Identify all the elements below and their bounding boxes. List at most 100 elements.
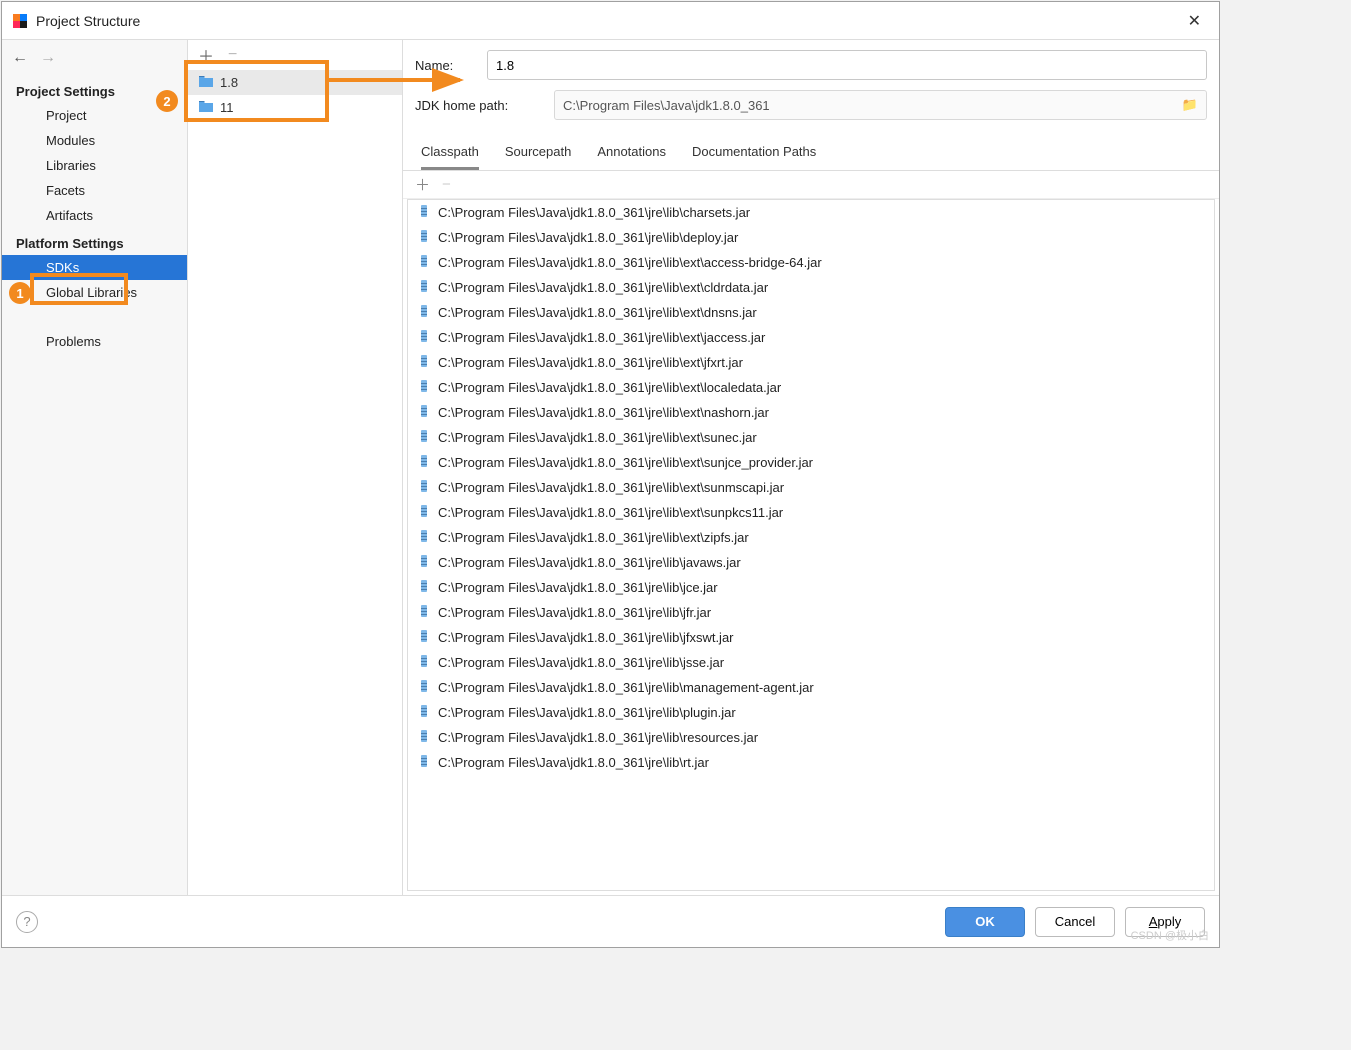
classpath-text: C:\Program Files\Java\jdk1.8.0_361\jre\l…	[438, 480, 784, 495]
classpath-entry[interactable]: C:\Program Files\Java\jdk1.8.0_361\jre\l…	[408, 250, 1214, 275]
help-icon[interactable]: ?	[16, 911, 38, 933]
jar-icon	[418, 229, 430, 246]
classpath-entry[interactable]: C:\Program Files\Java\jdk1.8.0_361\jre\l…	[408, 225, 1214, 250]
jar-icon	[418, 304, 430, 321]
classpath-entry[interactable]: C:\Program Files\Java\jdk1.8.0_361\jre\l…	[408, 475, 1214, 500]
remove-sdk-icon[interactable]: −	[228, 46, 237, 64]
jar-icon	[418, 479, 430, 496]
forward-icon[interactable]: →	[40, 49, 56, 67]
classpath-entry[interactable]: C:\Program Files\Java\jdk1.8.0_361\jre\l…	[408, 625, 1214, 650]
classpath-text: C:\Program Files\Java\jdk1.8.0_361\jre\l…	[438, 530, 749, 545]
add-sdk-icon[interactable]: ＋	[198, 43, 214, 67]
classpath-entry[interactable]: C:\Program Files\Java\jdk1.8.0_361\jre\l…	[408, 425, 1214, 450]
classpath-entry[interactable]: C:\Program Files\Java\jdk1.8.0_361\jre\l…	[408, 325, 1214, 350]
classpath-entry[interactable]: C:\Program Files\Java\jdk1.8.0_361\jre\l…	[408, 400, 1214, 425]
classpath-entry[interactable]: C:\Program Files\Java\jdk1.8.0_361\jre\l…	[408, 350, 1214, 375]
tab-annotations[interactable]: Annotations	[597, 144, 666, 170]
classpath-list[interactable]: C:\Program Files\Java\jdk1.8.0_361\jre\l…	[407, 199, 1215, 891]
sdk-list: 1.8 11	[188, 70, 402, 895]
left-nav: ← → Project Settings ProjectModulesLibra…	[2, 40, 188, 895]
back-icon[interactable]: ←	[12, 49, 28, 67]
classpath-entry[interactable]: C:\Program Files\Java\jdk1.8.0_361\jre\l…	[408, 675, 1214, 700]
classpath-entry[interactable]: C:\Program Files\Java\jdk1.8.0_361\jre\l…	[408, 700, 1214, 725]
classpath-text: C:\Program Files\Java\jdk1.8.0_361\jre\l…	[438, 555, 741, 570]
classpath-entry[interactable]: C:\Program Files\Java\jdk1.8.0_361\jre\l…	[408, 550, 1214, 575]
classpath-text: C:\Program Files\Java\jdk1.8.0_361\jre\l…	[438, 605, 711, 620]
tab-documentation-paths[interactable]: Documentation Paths	[692, 144, 816, 170]
classpath-text: C:\Program Files\Java\jdk1.8.0_361\jre\l…	[438, 430, 757, 445]
jar-icon	[418, 254, 430, 271]
path-label: JDK home path:	[415, 98, 540, 113]
ok-button[interactable]: OK	[945, 907, 1025, 937]
sdk-label: 1.8	[220, 75, 238, 90]
jar-icon	[418, 504, 430, 521]
nav-facets[interactable]: Facets	[2, 178, 187, 203]
classpath-entry[interactable]: C:\Program Files\Java\jdk1.8.0_361\jre\l…	[408, 575, 1214, 600]
intellij-icon	[12, 13, 28, 29]
classpath-entry[interactable]: C:\Program Files\Java\jdk1.8.0_361\jre\l…	[408, 200, 1214, 225]
classpath-text: C:\Program Files\Java\jdk1.8.0_361\jre\l…	[438, 455, 813, 470]
close-icon[interactable]: ✕	[1180, 7, 1209, 35]
jar-icon	[418, 679, 430, 696]
sdk-panel: ＋ − 1.8 11	[188, 40, 403, 895]
classpath-text: C:\Program Files\Java\jdk1.8.0_361\jre\l…	[438, 755, 709, 770]
classpath-entry[interactable]: C:\Program Files\Java\jdk1.8.0_361\jre\l…	[408, 300, 1214, 325]
sdk-detail-panel: Name: JDK home path: C:\Program Files\Ja…	[403, 40, 1219, 895]
nav-artifacts[interactable]: Artifacts	[2, 203, 187, 228]
name-input[interactable]	[487, 50, 1207, 80]
jar-icon	[418, 404, 430, 421]
classpath-entry[interactable]: C:\Program Files\Java\jdk1.8.0_361\jre\l…	[408, 750, 1214, 775]
nav-libraries[interactable]: Libraries	[2, 153, 187, 178]
jar-icon	[418, 529, 430, 546]
classpath-entry[interactable]: C:\Program Files\Java\jdk1.8.0_361\jre\l…	[408, 275, 1214, 300]
jar-icon	[418, 429, 430, 446]
classpath-entry[interactable]: C:\Program Files\Java\jdk1.8.0_361\jre\l…	[408, 450, 1214, 475]
classpath-text: C:\Program Files\Java\jdk1.8.0_361\jre\l…	[438, 305, 757, 320]
project-structure-dialog: Project Structure ✕ ← → Project Settings…	[1, 1, 1220, 948]
jdk-home-path[interactable]: C:\Program Files\Java\jdk1.8.0_361 📁	[554, 90, 1207, 120]
classpath-entry[interactable]: C:\Program Files\Java\jdk1.8.0_361\jre\l…	[408, 600, 1214, 625]
classpath-entry[interactable]: C:\Program Files\Java\jdk1.8.0_361\jre\l…	[408, 375, 1214, 400]
classpath-text: C:\Program Files\Java\jdk1.8.0_361\jre\l…	[438, 655, 724, 670]
cancel-button[interactable]: Cancel	[1035, 907, 1115, 937]
jar-icon	[418, 329, 430, 346]
classpath-entry[interactable]: C:\Program Files\Java\jdk1.8.0_361\jre\l…	[408, 650, 1214, 675]
window-title: Project Structure	[36, 13, 1180, 29]
annotation-marker-2: 2	[156, 90, 178, 112]
classpath-toolbar: ＋ −	[403, 171, 1219, 199]
classpath-text: C:\Program Files\Java\jdk1.8.0_361\jre\l…	[438, 255, 822, 270]
classpath-entry[interactable]: C:\Program Files\Java\jdk1.8.0_361\jre\l…	[408, 500, 1214, 525]
sdk-tabs: Classpath Sourcepath Annotations Documentat…	[403, 130, 1219, 171]
remove-classpath-icon[interactable]: −	[442, 176, 451, 193]
classpath-text: C:\Program Files\Java\jdk1.8.0_361\jre\l…	[438, 355, 743, 370]
folder-icon	[198, 74, 214, 91]
jar-icon	[418, 604, 430, 621]
annotation-marker-1: 1	[9, 282, 31, 304]
classpath-text: C:\Program Files\Java\jdk1.8.0_361\jre\l…	[438, 205, 750, 220]
classpath-text: C:\Program Files\Java\jdk1.8.0_361\jre\l…	[438, 630, 734, 645]
tab-sourcepath[interactable]: Sourcepath	[505, 144, 572, 170]
jar-icon	[418, 704, 430, 721]
nav-modules[interactable]: Modules	[2, 128, 187, 153]
jar-icon	[418, 204, 430, 221]
classpath-entry[interactable]: C:\Program Files\Java\jdk1.8.0_361\jre\l…	[408, 725, 1214, 750]
nav-problems[interactable]: Problems	[2, 329, 187, 354]
jar-icon	[418, 279, 430, 296]
sdk-item-1.8[interactable]: 1.8	[188, 70, 402, 95]
classpath-text: C:\Program Files\Java\jdk1.8.0_361\jre\l…	[438, 380, 781, 395]
classpath-text: C:\Program Files\Java\jdk1.8.0_361\jre\l…	[438, 730, 758, 745]
add-classpath-icon[interactable]: ＋	[415, 174, 430, 195]
sdk-label: 11	[220, 100, 234, 115]
folder-icon	[198, 99, 214, 116]
jar-icon	[418, 379, 430, 396]
nav-sdks[interactable]: SDKs	[2, 255, 187, 280]
jar-icon	[418, 554, 430, 571]
classpath-entry[interactable]: C:\Program Files\Java\jdk1.8.0_361\jre\l…	[408, 525, 1214, 550]
jar-icon	[418, 454, 430, 471]
sdk-item-11[interactable]: 11	[188, 95, 402, 120]
browse-folder-icon[interactable]: 📁	[1182, 97, 1198, 113]
dialog-footer: ? OK Cancel Apply	[2, 895, 1219, 947]
sdk-toolbar: ＋ −	[188, 40, 402, 70]
tab-classpath[interactable]: Classpath	[421, 144, 479, 170]
classpath-text: C:\Program Files\Java\jdk1.8.0_361\jre\l…	[438, 280, 768, 295]
